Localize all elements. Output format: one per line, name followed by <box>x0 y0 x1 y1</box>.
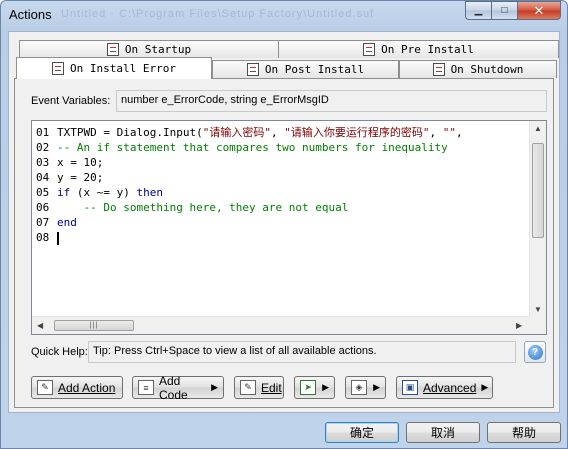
tab-label: On Shutdown <box>450 63 524 76</box>
script-icon <box>432 63 445 76</box>
tab-label: On Post Install <box>264 63 365 76</box>
advanced-label: Advanced <box>423 380 477 395</box>
help-button[interactable]: ? <box>524 341 546 363</box>
horizontal-scrollbar[interactable]: ◀ ||| ▶ <box>32 316 529 334</box>
line-number: 07 <box>36 216 50 229</box>
ok-button[interactable]: 确定 <box>325 422 399 443</box>
edit-label: Edit <box>261 380 282 395</box>
dropdown-arrow-icon: ▶ <box>211 382 218 392</box>
code-keyword: end <box>57 216 77 229</box>
scrollbar-corner <box>529 316 546 334</box>
scroll-up-icon[interactable]: ▲ <box>534 124 542 133</box>
code-text: x = 10; <box>57 156 104 169</box>
scroll-right-icon[interactable]: ▶ <box>516 321 522 330</box>
dropdown-arrow-icon: ▶ <box>373 382 380 392</box>
edit-icon: ✎ <box>240 380 256 395</box>
code-line: 06 -- Do something here, they are not eq… <box>36 200 529 215</box>
window-title: Actions <box>9 7 52 22</box>
horizontal-scroll-thumb[interactable]: ||| <box>54 320 134 331</box>
dropdown-arrow-icon: ▶ <box>322 382 329 392</box>
tab-on-startup[interactable]: On Startup <box>19 40 279 58</box>
close-icon: ✕ <box>533 2 545 18</box>
tab-on-post-install[interactable]: On Post Install <box>212 60 399 78</box>
code-line: 05 if (x ~= y) then <box>36 185 529 200</box>
code-line: 01 TXTPWD = Dialog.Input("请输入密码", "请输入你要运… <box>36 125 529 140</box>
scroll-left-icon[interactable]: ◀ <box>37 321 43 330</box>
code-comment: -- Do something here, they are not equal <box>57 201 349 214</box>
disk-icon: ▣ <box>402 380 418 395</box>
tab-label: On Pre Install <box>381 43 474 56</box>
wrench-icon: ✎ <box>37 380 53 395</box>
code-text: y = 20; <box>57 171 104 184</box>
add-action-button[interactable]: ✎ Add Action <box>31 376 123 399</box>
script-editor[interactable]: 01 TXTPWD = Dialog.Input("请输入密码", "请输入你要运… <box>31 120 547 335</box>
event-variables-field: number e_ErrorCode, string e_ErrorMsgID <box>116 90 547 112</box>
line-number: 03 <box>36 156 50 169</box>
help-icon: ? <box>527 344 543 360</box>
wizard-icon: ➤ <box>300 380 316 395</box>
code-comment: -- An if statement that compares two num… <box>57 141 448 154</box>
maximize-button[interactable]: □ <box>491 1 517 20</box>
add-code-button[interactable]: ≡ Add Code ▶ <box>132 373 224 402</box>
advanced-button[interactable]: ▣ Advanced ▶ <box>396 376 493 399</box>
code-icon: ≡ <box>138 380 154 395</box>
dropdown-arrow-icon: ▶ <box>481 382 489 392</box>
code-text: , <box>455 126 463 139</box>
code-keyword: if <box>57 186 71 199</box>
grip-icon: ||| <box>89 322 99 329</box>
quick-help-field: Tip: Press Ctrl+Space to view a list of … <box>88 341 516 363</box>
code-string: "请输入密码" <box>202 126 271 139</box>
code-string: "" <box>442 126 456 139</box>
code-line: 03 x = 10; <box>36 155 529 170</box>
tab-label: On Startup <box>124 43 192 56</box>
scroll-down-icon[interactable]: ▼ <box>534 305 542 314</box>
code-area[interactable]: 01 TXTPWD = Dialog.Input("请输入密码", "请输入你要运… <box>32 121 529 317</box>
script-icon <box>363 43 376 56</box>
minimize-button[interactable]: ▁ <box>465 1 491 20</box>
line-number: 01 <box>36 126 50 139</box>
script-icon <box>106 43 119 56</box>
close-button[interactable]: ✕ <box>517 1 561 20</box>
event-variables-label: Event Variables: <box>31 95 111 107</box>
code-line: 04 y = 20; <box>36 170 529 185</box>
code-keyword: then <box>136 186 163 199</box>
quick-help-label: Quick Help: <box>31 346 88 358</box>
add-code-label: Add Code <box>159 373 188 402</box>
line-number: 06 <box>36 201 50 214</box>
window-controls: ▁ □ ✕ <box>465 1 561 20</box>
code-text: , <box>270 126 285 139</box>
script-icon <box>52 62 65 75</box>
package-icon: ◈ <box>351 380 367 395</box>
tab-on-install-error[interactable]: On Install Error <box>16 57 212 79</box>
vertical-scroll-thumb[interactable] <box>532 143 544 238</box>
code-text: (x ~= y) <box>70 186 137 199</box>
code-text: TXTPWD = Dialog.Input( <box>57 126 203 139</box>
code-string: "请输入你要运行程序的密码" <box>284 126 430 139</box>
line-number: 02 <box>36 141 50 154</box>
window-title-background-text: Untitled · C:\Program Files\Setup Factor… <box>61 8 375 20</box>
vertical-scrollbar[interactable]: ▲ ▼ <box>529 121 546 317</box>
tab-on-pre-install[interactable]: On Pre Install <box>278 40 559 58</box>
wizard-button[interactable]: ➤ ▶ <box>294 376 335 399</box>
actions-window: Actions Untitled · C:\Program Files\Setu… <box>0 0 568 449</box>
line-number: 08 <box>36 231 50 244</box>
cancel-button[interactable]: 取消 <box>406 422 480 443</box>
resources-button[interactable]: ◈ ▶ <box>345 376 386 399</box>
edit-button[interactable]: ✎ Edit <box>234 376 284 399</box>
code-line: 08 <box>36 230 529 245</box>
line-number: 05 <box>36 186 50 199</box>
maximize-icon: □ <box>501 5 508 16</box>
code-text: , <box>429 126 443 139</box>
script-icon <box>246 63 259 76</box>
add-action-label: Add Action <box>58 380 116 395</box>
minimize-icon: ▁ <box>474 5 483 16</box>
code-line: 02 -- An if statement that compares two n… <box>36 140 529 155</box>
tab-on-shutdown[interactable]: On Shutdown <box>399 60 557 78</box>
tab-label: On Install Error <box>70 62 176 75</box>
line-number: 04 <box>36 171 50 184</box>
code-line: 07 end <box>36 215 529 230</box>
help-dialog-button[interactable]: 帮助 <box>487 422 561 443</box>
text-caret <box>57 231 59 245</box>
